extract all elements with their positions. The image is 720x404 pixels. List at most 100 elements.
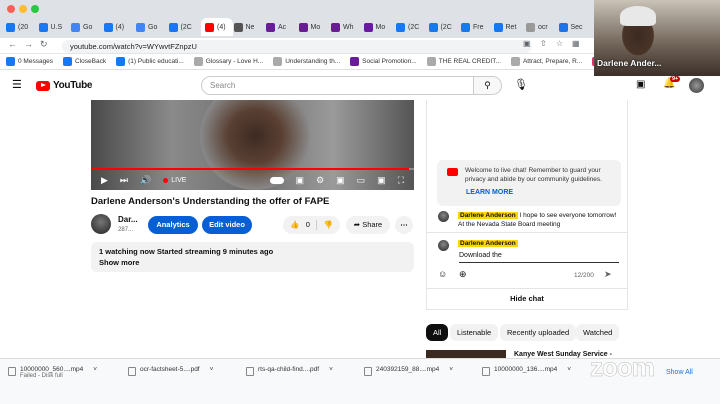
download-item[interactable]: rts-qa-child-find....pdf ˅	[246, 366, 333, 376]
cast-player-icon[interactable]: ▣	[377, 175, 386, 186]
facebook-icon	[6, 57, 15, 66]
learn-more-link[interactable]: LEARN MORE	[466, 189, 513, 196]
download-item[interactable]: 240392159_88....mp4 ˅	[364, 366, 453, 376]
account-avatar[interactable]	[689, 78, 704, 93]
download-name: ocr-factsheet-5....pdf	[140, 366, 200, 373]
app-icon	[363, 22, 373, 32]
tab-8[interactable]: Ac	[266, 18, 298, 36]
tab-13[interactable]: (2C	[428, 18, 461, 36]
next-icon[interactable]: ⏭	[120, 175, 128, 186]
youtube-logo[interactable]: YouTube	[36, 80, 93, 91]
chevron-down-icon[interactable]: ˅	[93, 366, 97, 373]
add-icon[interactable]: ⊕	[459, 269, 467, 280]
autoplay-toggle[interactable]	[269, 176, 284, 184]
tab-4[interactable]: Go	[136, 18, 168, 36]
fullscreen-icon[interactable]: ⛶	[398, 175, 404, 186]
tab-17[interactable]: Sec	[558, 18, 591, 36]
dislike-icon[interactable]: 👎	[324, 216, 333, 234]
bookmark-star-icon[interactable]: ☆	[556, 39, 563, 48]
microphone-icon[interactable]: 🎙	[514, 78, 528, 91]
close-window-button[interactable]	[7, 5, 15, 13]
analytics-button[interactable]: Analytics	[148, 216, 198, 234]
chevron-down-icon[interactable]: ˅	[449, 366, 453, 373]
channel-avatar[interactable]	[91, 214, 111, 234]
volume-icon[interactable]: 🔊	[140, 175, 151, 186]
bookmarks-bar: 0 Messages CloseBack (1) Public educati...…	[0, 54, 600, 70]
tab-0[interactable]: (20	[6, 18, 38, 36]
search-button[interactable]: ⚲	[474, 76, 502, 95]
live-indicator[interactable]: LIVE	[163, 177, 186, 184]
bookmark-3[interactable]: Glossary - Love H...	[193, 57, 263, 66]
facebook-icon	[38, 22, 48, 32]
tab-14[interactable]: Fre	[461, 18, 493, 36]
more-actions-button[interactable]: ⋯	[395, 216, 413, 234]
show-all-button[interactable]: Show All	[666, 369, 693, 376]
chat-input[interactable]: Download the	[459, 252, 502, 259]
tab-3[interactable]: (4)	[103, 18, 136, 36]
show-more-link[interactable]: Show more	[99, 258, 406, 267]
chip-2[interactable]: Recently uploaded	[500, 324, 577, 341]
bookmark-label: 0 Messages	[18, 58, 54, 65]
chip-0[interactable]: All	[426, 324, 449, 341]
tab-11[interactable]: Mo	[363, 18, 396, 36]
back-icon[interactable]: ←	[8, 39, 17, 49]
chevron-down-icon[interactable]: ˅	[567, 366, 571, 373]
chevron-down-icon[interactable]: ˅	[329, 366, 333, 373]
bookmark-label: Understanding th...	[285, 58, 341, 65]
menu-icon[interactable]: ☰	[12, 78, 22, 91]
bookmark-5[interactable]: Social Promotion...	[350, 57, 417, 66]
create-video-icon[interactable]: ▣	[636, 79, 645, 90]
tab-2[interactable]: Go	[71, 18, 103, 36]
download-item[interactable]: ocr-factsheet-5....pdf ˅	[128, 366, 213, 376]
tab-16[interactable]: ocr	[526, 18, 558, 36]
tab-label: Ret	[505, 23, 517, 31]
bookmark-6[interactable]: THE REAL CREDIT...	[426, 57, 501, 66]
tab-10[interactable]: Wh	[331, 18, 363, 36]
emoji-icon[interactable]: ☺	[438, 269, 447, 279]
bookmark-0[interactable]: 0 Messages	[6, 57, 53, 66]
chevron-down-icon[interactable]: ˅	[210, 366, 214, 373]
bookmark-4[interactable]: Understanding th...	[273, 57, 340, 66]
address-bar[interactable]: youtube.com/watch?v=WYwvtFZnpzU	[62, 40, 532, 53]
tab-15[interactable]: Ret	[493, 18, 526, 36]
theater-icon[interactable]: ▭	[357, 175, 366, 186]
tab-6[interactable]: (4)	[201, 18, 233, 36]
edit-video-button[interactable]: Edit video	[202, 216, 252, 234]
tab-5[interactable]: (2C	[168, 18, 201, 36]
play-icon[interactable]: ▶	[101, 175, 108, 186]
extension-icon[interactable]: ▦	[572, 39, 580, 48]
reload-icon[interactable]: ↻	[40, 39, 48, 50]
hide-chat-button[interactable]: Hide chat	[426, 288, 628, 308]
tab-1[interactable]: U.S	[38, 18, 71, 36]
download-item[interactable]: 10000000_136....mp4 ˅	[482, 366, 571, 376]
captions-icon[interactable]: ▣	[296, 175, 305, 186]
forward-icon[interactable]: →	[24, 39, 33, 49]
maximize-window-button[interactable]	[31, 5, 39, 13]
tab-9[interactable]: Mo	[298, 18, 331, 36]
bookmark-1[interactable]: CloseBack	[63, 57, 106, 66]
description-box[interactable]: 1 watching now Started streaming 9 minut…	[91, 242, 414, 272]
chip-1[interactable]: Listenable	[450, 324, 499, 341]
send-icon[interactable]: ➤	[604, 269, 612, 280]
share-icon: ➦	[353, 220, 361, 229]
tab-7[interactable]: Ne	[233, 18, 266, 36]
download-item[interactable]: 10000000_560....mp4 Failed - Disk full ˅	[8, 366, 97, 379]
share-button[interactable]: ➦ Share	[346, 216, 390, 234]
bookmark-7[interactable]: Attract, Prepare, R...	[510, 57, 582, 66]
channel-name[interactable]: Dar...	[118, 215, 138, 224]
tab-label: ocr	[538, 23, 548, 31]
bookmark-2[interactable]: (1) Public educati...	[116, 57, 184, 66]
like-icon[interactable]: 👍	[290, 216, 299, 234]
tab-label: Go	[83, 23, 93, 31]
search-input[interactable]: Search	[201, 76, 474, 95]
chip-3[interactable]: Watched	[576, 324, 620, 341]
cast-icon[interactable]: ▣	[523, 39, 531, 48]
app-icon	[266, 22, 275, 32]
bookmark-label: (1) Public educati...	[128, 58, 184, 65]
chat-author-avatar	[438, 211, 449, 222]
minimize-window-button[interactable]	[19, 5, 27, 13]
share-page-icon[interactable]: ⇧	[540, 39, 547, 48]
tab-12[interactable]: (2C	[396, 18, 428, 36]
miniplayer-icon[interactable]: ▣	[336, 175, 345, 186]
settings-icon[interactable]: ⚙	[316, 175, 324, 186]
